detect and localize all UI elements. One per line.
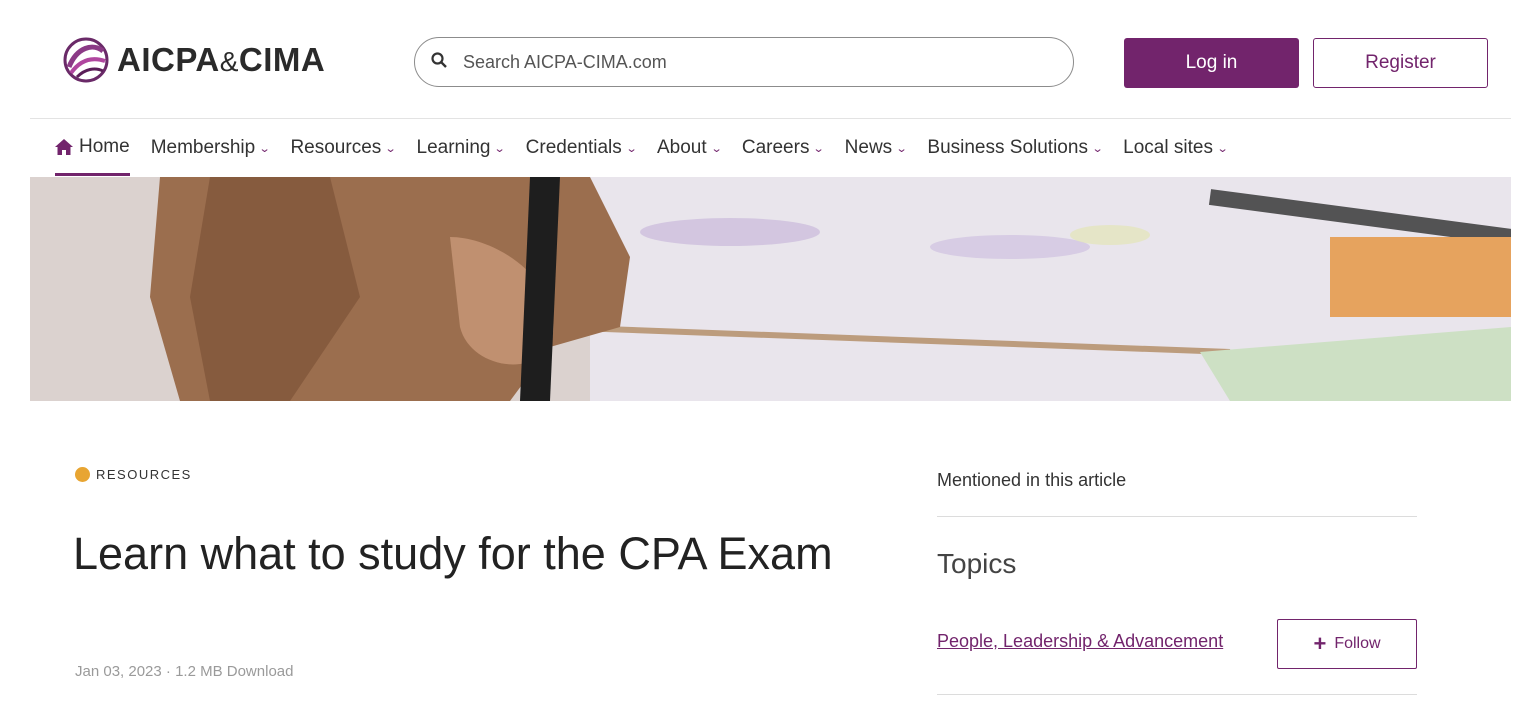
follow-button[interactable]: + Follow — [1277, 619, 1417, 669]
nav-item-label: Resources — [290, 137, 382, 158]
sidebar-divider — [937, 694, 1417, 695]
sidebar-divider — [937, 516, 1417, 517]
topics-heading: Topics — [937, 548, 1017, 579]
nav-item-label: News — [844, 137, 893, 158]
topic-link[interactable]: People, Leadership & Advancement — [937, 631, 1223, 652]
category-label: RESOURCES — [96, 467, 192, 482]
search-icon — [431, 51, 447, 73]
aicpa-cima-logo[interactable]: AICPA&CIMA — [63, 35, 325, 85]
nav-item-label: Learning — [416, 137, 491, 158]
nav-item-label: Business Solutions — [927, 137, 1088, 158]
nav-item-news[interactable]: News ⌄ — [844, 120, 908, 176]
chevron-down-icon: ⌄ — [494, 142, 507, 155]
hero-image — [30, 177, 1511, 401]
login-button[interactable]: Log in — [1124, 38, 1299, 88]
follow-label: Follow — [1334, 635, 1381, 652]
nav-item-learning[interactable]: Learning ⌄ — [416, 120, 507, 176]
nav-item-about[interactable]: About ⌄ — [657, 120, 723, 176]
nav-item-label: Home — [79, 135, 130, 157]
chevron-down-icon: ⌄ — [258, 142, 271, 155]
article-meta: Jan 03, 2023 · 1.2 MB Download — [75, 663, 294, 680]
mentioned-heading: Mentioned in this article — [937, 470, 1127, 490]
compass-icon — [75, 467, 90, 482]
chevron-down-icon: ⌄ — [1091, 142, 1104, 155]
search-input[interactable] — [461, 50, 1045, 74]
chevron-down-icon: ⌄ — [813, 142, 826, 155]
chevron-down-icon: ⌄ — [895, 142, 908, 155]
nav-item-label: Membership — [150, 137, 256, 158]
main-nav: Home Membership ⌄ Resources ⌄ Learning ⌄ Cr… — [55, 120, 1248, 176]
nav-item-credentials[interactable]: Credentials ⌄ — [525, 120, 638, 176]
site-header: AICPA&CIMA Log in Register — [0, 0, 1527, 118]
nav-item-label: Careers — [741, 137, 810, 158]
article-category[interactable]: RESOURCES — [75, 467, 192, 482]
article-title: Learn what to study for the CPA Exam — [73, 528, 833, 579]
site-search[interactable] — [414, 37, 1074, 87]
nav-item-label: About — [657, 137, 707, 158]
chevron-down-icon: ⌄ — [1216, 142, 1229, 155]
nav-item-resources[interactable]: Resources ⌄ — [290, 120, 397, 176]
hero-illustration — [30, 177, 1511, 401]
plus-icon: + — [1313, 631, 1327, 656]
header-divider — [30, 118, 1511, 119]
nav-item-business-solutions[interactable]: Business Solutions ⌄ — [927, 120, 1104, 176]
register-button[interactable]: Register — [1313, 38, 1488, 88]
nav-item-careers[interactable]: Careers ⌄ — [741, 120, 826, 176]
nav-item-home[interactable]: Home — [55, 120, 130, 176]
nav-item-label: Credentials — [525, 137, 622, 158]
nav-item-membership[interactable]: Membership ⌄ — [150, 120, 271, 176]
home-icon — [55, 138, 73, 155]
logo-wordmark: AICPA&CIMA — [117, 41, 326, 78]
nav-item-label: Local sites — [1123, 137, 1213, 158]
chevron-down-icon: ⌄ — [384, 142, 397, 155]
chevron-down-icon: ⌄ — [710, 142, 723, 155]
chevron-down-icon: ⌄ — [625, 142, 638, 155]
logo-mark-icon — [63, 37, 109, 83]
nav-item-local-sites[interactable]: Local sites ⌄ — [1123, 120, 1229, 176]
